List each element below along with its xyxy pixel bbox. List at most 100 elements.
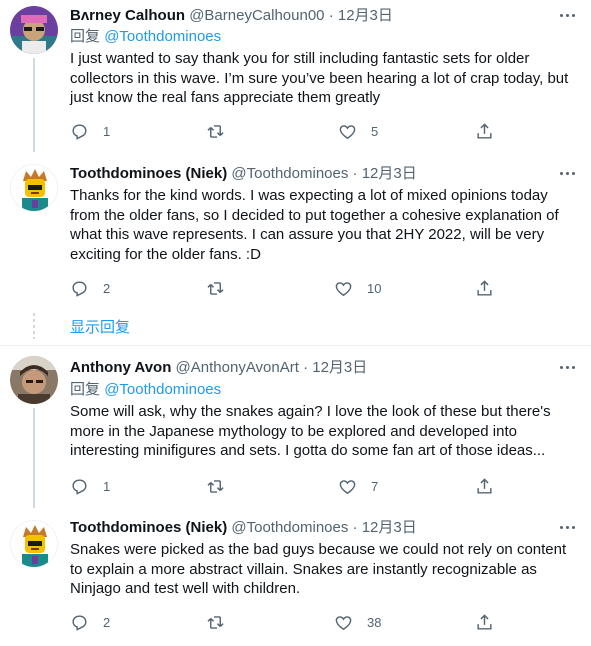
tweet-text-line: exciting for the older fans. :D: [70, 245, 261, 263]
tweet-text: I just wanted to say thank you for still…: [70, 49, 570, 108]
tweet[interactable]: Bʌrney Calhoun @BarneyCalhoun00 · 12月3日 …: [0, 0, 591, 152]
retweet-icon: [207, 124, 224, 138]
retweet-icon: [207, 615, 224, 629]
separator-dot: ·: [352, 165, 358, 182]
like-icon: [335, 281, 352, 296]
retweet-button[interactable]: [206, 476, 225, 496]
reply-count: 1: [103, 123, 111, 139]
action-bar: 2 10: [70, 278, 500, 298]
share-button[interactable]: [475, 612, 494, 632]
tweet-header: Toothdominoes (Niek) @Toothdominoes · 12…: [70, 518, 417, 538]
reply-button[interactable]: 1: [70, 121, 110, 141]
display-name[interactable]: Toothdominoes (Niek): [70, 519, 227, 536]
tweet-text-line: Ninjago and test well with children.: [70, 580, 301, 598]
replying-to: 回复 @Toothdominoes: [70, 27, 221, 47]
share-icon: [477, 477, 492, 494]
tweet-text: Thanks for the kind words. I was expecti…: [70, 186, 570, 264]
like-button[interactable]: 10: [334, 278, 381, 298]
action-bar: 1 7: [70, 476, 500, 496]
reply-count: 2: [103, 280, 111, 296]
thread-dots: [33, 313, 35, 339]
like-count: 7: [371, 478, 379, 494]
reply-button[interactable]: 1: [70, 476, 110, 496]
tweet-text-line: Some will ask, why the snakes again? I l…: [70, 403, 551, 420]
tweet-text-line: Snakes were picked as the bad guys becau…: [70, 541, 567, 558]
like-icon: [339, 479, 356, 494]
retweet-button[interactable]: [206, 121, 225, 141]
share-button[interactable]: [475, 121, 494, 141]
reply-count: 2: [103, 614, 111, 630]
mention-link[interactable]: @Toothdominoes: [104, 381, 221, 398]
handle[interactable]: @AnthonyAvonArt: [176, 359, 299, 376]
reply-icon: [72, 478, 87, 495]
tweet-text-line: Thanks for the kind words. I was expecti…: [70, 187, 548, 204]
timestamp[interactable]: 12月3日: [312, 359, 367, 376]
show-replies-link[interactable]: 显示回复: [70, 318, 130, 338]
reply-prefix: 回复: [70, 28, 101, 45]
tweet-text-line: collectors in this wave. I’m sure you’ve…: [70, 69, 569, 87]
share-button[interactable]: [475, 278, 494, 298]
like-button[interactable]: 7: [338, 476, 378, 496]
retweet-icon: [207, 281, 224, 295]
divider: [0, 345, 591, 346]
action-bar: 2 38: [70, 612, 500, 632]
tweet-header: Toothdominoes (Niek) @Toothdominoes · 12…: [70, 164, 417, 184]
avatar[interactable]: [10, 356, 58, 404]
like-count: 5: [371, 123, 379, 139]
more-icon[interactable]: [557, 9, 577, 23]
like-button[interactable]: 38: [334, 612, 381, 632]
handle[interactable]: @BarneyCalhoun00: [189, 7, 324, 24]
tweet-text-line: interesting minifigures and sets. I gott…: [70, 442, 546, 460]
tweet-text-line: what this wave represents. I can assure …: [70, 226, 545, 244]
handle[interactable]: @Toothdominoes: [231, 519, 348, 536]
display-name[interactable]: Bʌrney Calhoun: [70, 7, 185, 24]
reply-icon: [72, 123, 87, 140]
tweet[interactable]: Toothdominoes (Niek) @Toothdominoes · 12…: [0, 516, 591, 646]
avatar[interactable]: [10, 520, 58, 568]
tweet-header: Anthony Avon @AnthonyAvonArt · 12月3日: [70, 358, 367, 378]
more-icon[interactable]: [557, 521, 577, 535]
mention-link[interactable]: @Toothdominoes: [104, 28, 221, 45]
avatar[interactable]: [10, 6, 58, 54]
tweet[interactable]: Toothdominoes (Niek) @Toothdominoes · 12…: [0, 160, 591, 310]
like-icon: [335, 615, 352, 630]
share-icon: [477, 122, 492, 139]
share-button[interactable]: [475, 476, 494, 496]
reply-icon: [72, 280, 87, 297]
tweet-header: Bʌrney Calhoun @BarneyCalhoun00 · 12月3日: [70, 6, 393, 26]
tweet[interactable]: Anthony Avon @AnthonyAvonArt · 12月3日 回复 …: [0, 356, 591, 508]
reply-count: 1: [103, 478, 111, 494]
like-count: 10: [367, 280, 382, 296]
share-icon: [477, 613, 492, 630]
reply-icon: [72, 614, 87, 631]
thread-line: [33, 408, 35, 508]
timestamp[interactable]: 12月3日: [338, 7, 393, 24]
more-icon[interactable]: [557, 167, 577, 181]
separator-dot: ·: [352, 519, 358, 536]
retweet-icon: [207, 479, 224, 493]
like-button[interactable]: 5: [338, 121, 378, 141]
reply-prefix: 回复: [70, 381, 101, 398]
display-name[interactable]: Toothdominoes (Niek): [70, 165, 227, 182]
share-icon: [477, 279, 492, 296]
separator-dot: ·: [328, 7, 334, 24]
avatar[interactable]: [10, 164, 58, 212]
more-icon[interactable]: [557, 361, 577, 375]
timestamp[interactable]: 12月3日: [362, 519, 417, 536]
handle[interactable]: @Toothdominoes: [231, 165, 348, 182]
reply-button[interactable]: 2: [70, 612, 110, 632]
retweet-button[interactable]: [206, 278, 225, 298]
retweet-button[interactable]: [206, 612, 225, 632]
tweet-text-line: more in the Japanese mythology to be exp…: [70, 422, 517, 440]
tweet-text-line: I just wanted to say thank you for still…: [70, 50, 530, 67]
reply-button[interactable]: 2: [70, 278, 110, 298]
separator-dot: ·: [303, 359, 309, 376]
tweet-text-line: to explain a more abstract villain. Snak…: [70, 560, 537, 578]
tweet-text-line: from the older fans, so I decided to put…: [70, 206, 559, 224]
tweet-text-line: just know the real fans appreciate them …: [70, 89, 381, 107]
show-replies[interactable]: 显示回复: [0, 309, 591, 345]
replying-to: 回复 @Toothdominoes: [70, 380, 221, 400]
tweet-text: Snakes were picked as the bad guys becau…: [70, 540, 570, 599]
timestamp[interactable]: 12月3日: [362, 165, 417, 182]
display-name[interactable]: Anthony Avon: [70, 359, 171, 376]
